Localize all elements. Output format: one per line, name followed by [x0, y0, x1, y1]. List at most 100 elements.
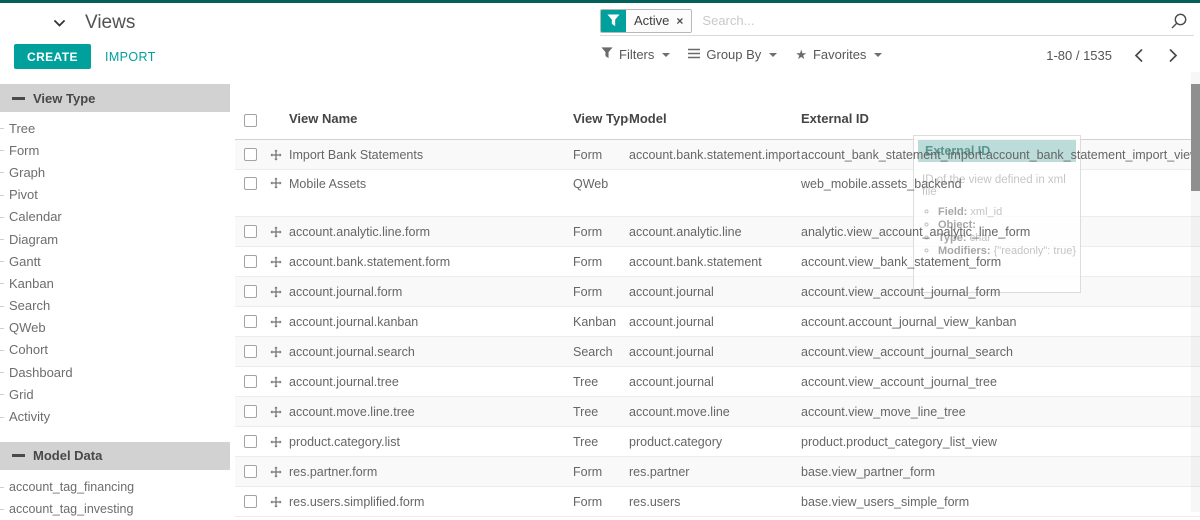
column-header-model[interactable]: Model: [629, 111, 801, 139]
sidebar-item-view-type[interactable]: Kanban: [0, 272, 230, 294]
sidebar-item-view-type[interactable]: Diagram: [0, 228, 230, 250]
sidebar-item-view-type[interactable]: Gantt: [0, 250, 230, 272]
drag-handle[interactable]: [265, 226, 289, 238]
table-row[interactable]: res.partner.form Form res.partner base.v…: [235, 457, 1200, 487]
row-checkbox[interactable]: [244, 435, 257, 448]
drag-handle[interactable]: [265, 149, 289, 161]
sidebar-item-model-data[interactable]: account_tag_financing: [0, 476, 230, 498]
drag-handle[interactable]: [265, 496, 289, 508]
filters-label: Filters: [619, 47, 654, 62]
chevron-down-icon[interactable]: [50, 16, 69, 31]
search-controls: Filters Group By ★ Favorites: [601, 47, 882, 62]
search-input[interactable]: [692, 13, 1170, 28]
search-panel: View Type Tree Form Graph Pivot Calendar…: [0, 72, 230, 512]
column-header-external-id[interactable]: External ID: [801, 111, 1200, 139]
cell-external-id: account_bank_statement_import.account_ba…: [801, 148, 1199, 162]
move-icon: [270, 496, 282, 508]
facet-remove-icon[interactable]: ×: [676, 15, 683, 27]
pager-previous-button[interactable]: [1128, 47, 1149, 64]
favorites-label: Favorites: [813, 47, 866, 62]
pager-range: 1-80 / 1535: [1046, 48, 1112, 63]
row-checkbox[interactable]: [244, 315, 257, 328]
drag-handle[interactable]: [265, 466, 289, 478]
drag-handle[interactable]: [265, 177, 289, 189]
cell-model: account.bank.statement: [629, 255, 762, 269]
cell-view-type: Form: [573, 465, 602, 479]
row-checkbox[interactable]: [244, 375, 257, 388]
row-checkbox[interactable]: [244, 177, 257, 190]
row-checkbox[interactable]: [244, 465, 257, 478]
drag-handle[interactable]: [265, 286, 289, 298]
sidebar-item-label: Tree: [9, 121, 35, 136]
row-checkbox[interactable]: [244, 148, 257, 161]
facet-label: Active ×: [626, 10, 691, 32]
table-row[interactable]: account.journal.tree Tree account.journa…: [235, 367, 1200, 397]
sidebar-item-view-type[interactable]: Cohort: [0, 339, 230, 361]
drag-handle[interactable]: [265, 436, 289, 448]
cell-view-name: account.journal.search: [289, 345, 415, 359]
sidebar-item-view-type[interactable]: Activity: [0, 405, 230, 427]
create-button[interactable]: CREATE: [14, 44, 91, 69]
column-header-view-name[interactable]: View Name: [289, 111, 573, 139]
pager-next-button[interactable]: [1163, 47, 1184, 64]
cell-external-id: account.view_account_journal_tree: [801, 375, 997, 389]
move-icon: [270, 376, 282, 388]
sidebar-item-view-type[interactable]: Tree: [0, 117, 230, 139]
sidebar-item-model-data[interactable]: account_tag_investing: [0, 498, 230, 520]
sidebar-item-label: account_tag_financing: [9, 480, 134, 494]
sidebar-item-view-type[interactable]: Search: [0, 295, 230, 317]
cell-external-id: account.view_move_line_tree: [801, 405, 966, 419]
table-row[interactable]: product.category.list Tree product.categ…: [235, 427, 1200, 457]
cell-view-name: Import Bank Statements: [289, 148, 423, 162]
row-checkbox[interactable]: [244, 495, 257, 508]
sidebar-item-label: Activity: [9, 409, 50, 424]
row-checkbox[interactable]: [244, 225, 257, 238]
caret-down-icon: [769, 53, 777, 61]
scrollbar-thumb[interactable]: [1191, 84, 1200, 191]
sidebar-item-label: Pivot: [9, 187, 38, 202]
table-row[interactable]: account.journal.kanban Kanban account.jo…: [235, 307, 1200, 337]
drag-handle[interactable]: [265, 256, 289, 268]
sidebar-item-label: Cohort: [9, 342, 48, 357]
cell-model: product.category: [629, 435, 722, 449]
drag-handle[interactable]: [265, 346, 289, 358]
sidebar-item-view-type[interactable]: Grid: [0, 383, 230, 405]
view-type-list: Tree Form Graph Pivot Calendar Diagram G…: [0, 112, 230, 428]
group-by-label: Group By: [706, 47, 761, 62]
cell-view-type: Tree: [573, 375, 598, 389]
row-checkbox[interactable]: [244, 405, 257, 418]
drag-handle[interactable]: [265, 316, 289, 328]
column-header-view-type[interactable]: View Type: [573, 111, 629, 139]
sidebar-item-label: Calendar: [9, 209, 62, 224]
sidebar-item-view-type[interactable]: Form: [0, 139, 230, 161]
table-row[interactable]: account.journal.search Search account.jo…: [235, 337, 1200, 367]
sidebar-item-view-type[interactable]: QWeb: [0, 317, 230, 339]
table-row[interactable]: account.move.line.tree Tree account.move…: [235, 397, 1200, 427]
section-title: Model Data: [33, 448, 102, 463]
filters-dropdown[interactable]: Filters: [601, 47, 670, 62]
import-button[interactable]: IMPORT: [99, 44, 162, 69]
group-by-dropdown[interactable]: Group By: [688, 47, 777, 62]
drag-handle[interactable]: [265, 376, 289, 388]
row-checkbox[interactable]: [244, 285, 257, 298]
section-dash-icon: [12, 97, 25, 100]
favorites-dropdown[interactable]: ★ Favorites: [795, 47, 882, 62]
move-icon: [270, 149, 282, 161]
table-row[interactable]: res.users.simplified.form Form res.users…: [235, 487, 1200, 517]
sidebar-item-label: Kanban: [9, 276, 54, 291]
row-checkbox[interactable]: [244, 255, 257, 268]
funnel-icon: [601, 47, 613, 62]
sidebar-item-view-type[interactable]: Calendar: [0, 206, 230, 228]
sidebar-item-label: account_tag_investing: [9, 502, 133, 516]
cell-model: account.journal: [629, 315, 714, 329]
move-icon: [270, 346, 282, 358]
sidebar-item-view-type[interactable]: Dashboard: [0, 361, 230, 383]
row-checkbox[interactable]: [244, 345, 257, 358]
sidebar-item-view-type[interactable]: Graph: [0, 161, 230, 183]
sidebar-item-view-type[interactable]: Pivot: [0, 184, 230, 206]
search-icon[interactable]: [1170, 12, 1188, 30]
select-all-checkbox[interactable]: [244, 114, 257, 127]
move-icon: [270, 436, 282, 448]
drag-handle[interactable]: [265, 406, 289, 418]
hamburger-icon: [688, 47, 700, 62]
